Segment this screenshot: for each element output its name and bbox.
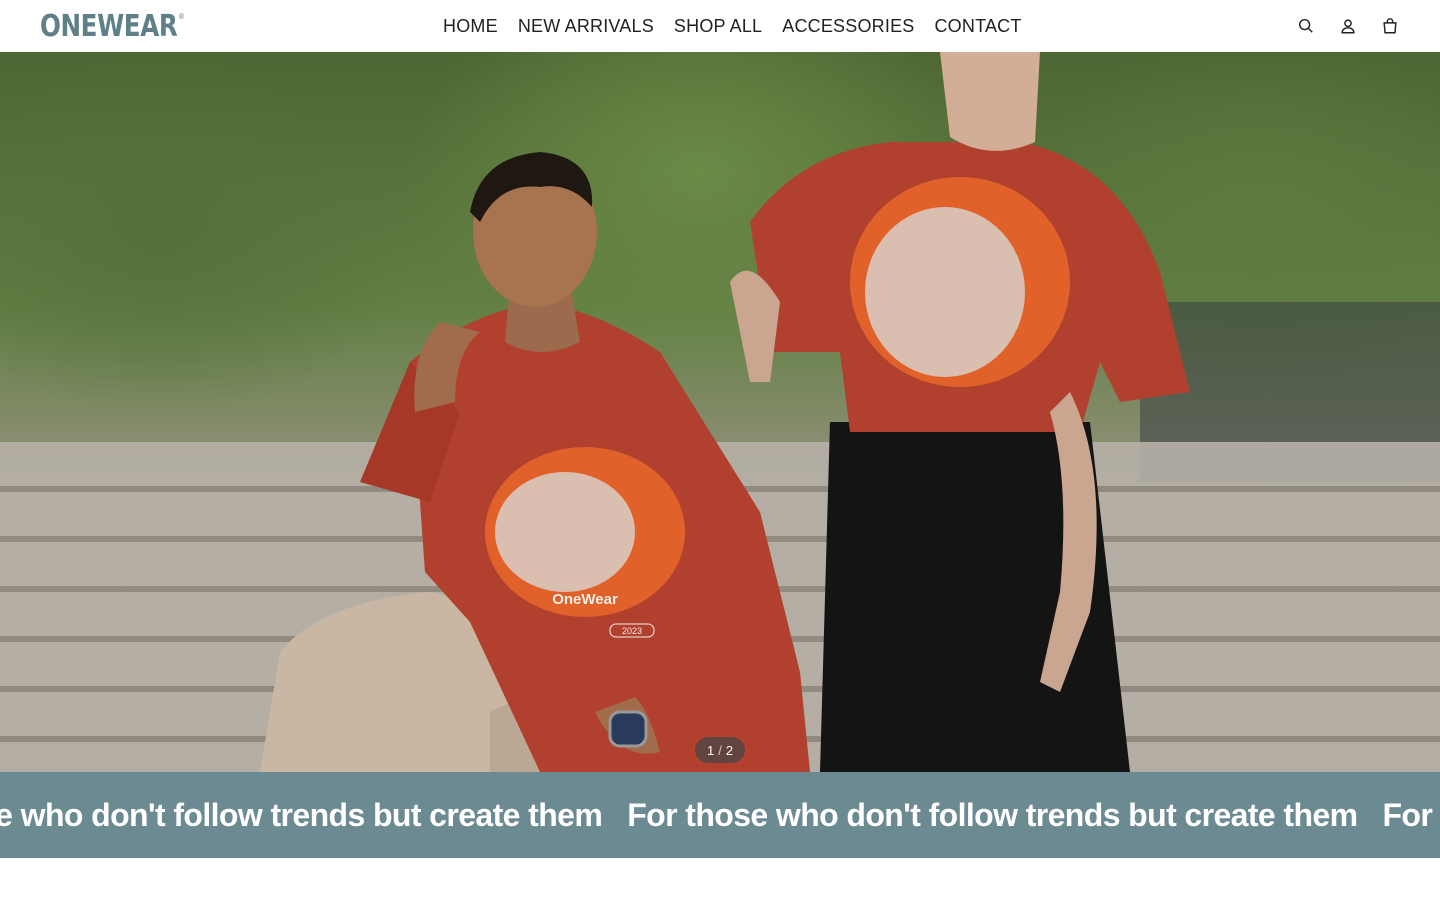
nav-contact[interactable]: CONTACT	[924, 16, 1031, 37]
marquee-item: For those who don't follow trends but cr…	[0, 796, 603, 833]
marquee-track: For those who don't follow trends but cr…	[0, 772, 1440, 858]
slide-counter: 1 / 2	[695, 737, 745, 763]
marquee-item: For those who don't follow trends but cr…	[627, 796, 1358, 833]
marquee-item: For those who don't follow trends but cr…	[1382, 796, 1440, 833]
announcement-marquee: For those who don't follow trends but cr…	[0, 772, 1440, 858]
tshirt-print-brand: OneWear	[552, 591, 618, 608]
hero-slideshow[interactable]: OneWear 2023 1 / 2	[0, 52, 1440, 772]
cart-icon[interactable]	[1380, 16, 1400, 36]
tshirt-print-year: 2023	[622, 626, 642, 636]
main-nav: HOME NEW ARRIVALS SHOP ALL ACCESSORIES C…	[433, 0, 1032, 52]
nav-new-arrivals[interactable]: NEW ARRIVALS	[508, 16, 664, 37]
site-header: ONEWEAR ® HOME NEW ARRIVALS SHOP ALL ACCE…	[0, 0, 1440, 52]
slide-separator: /	[718, 742, 722, 758]
slide-current: 1	[706, 742, 715, 758]
logo-text: ONEWEAR	[40, 8, 178, 44]
slide-total: 2	[725, 742, 734, 758]
logo-registered-mark: ®	[178, 11, 185, 21]
nav-accessories[interactable]: ACCESSORIES	[772, 16, 924, 37]
header-icons	[1296, 0, 1400, 52]
search-icon[interactable]	[1296, 16, 1316, 36]
brand-logo[interactable]: ONEWEAR ®	[40, 8, 185, 44]
nav-home[interactable]: HOME	[433, 16, 508, 37]
account-icon[interactable]	[1338, 16, 1358, 36]
model-woman-image	[730, 52, 1190, 772]
nav-shop-all[interactable]: SHOP ALL	[664, 16, 772, 37]
